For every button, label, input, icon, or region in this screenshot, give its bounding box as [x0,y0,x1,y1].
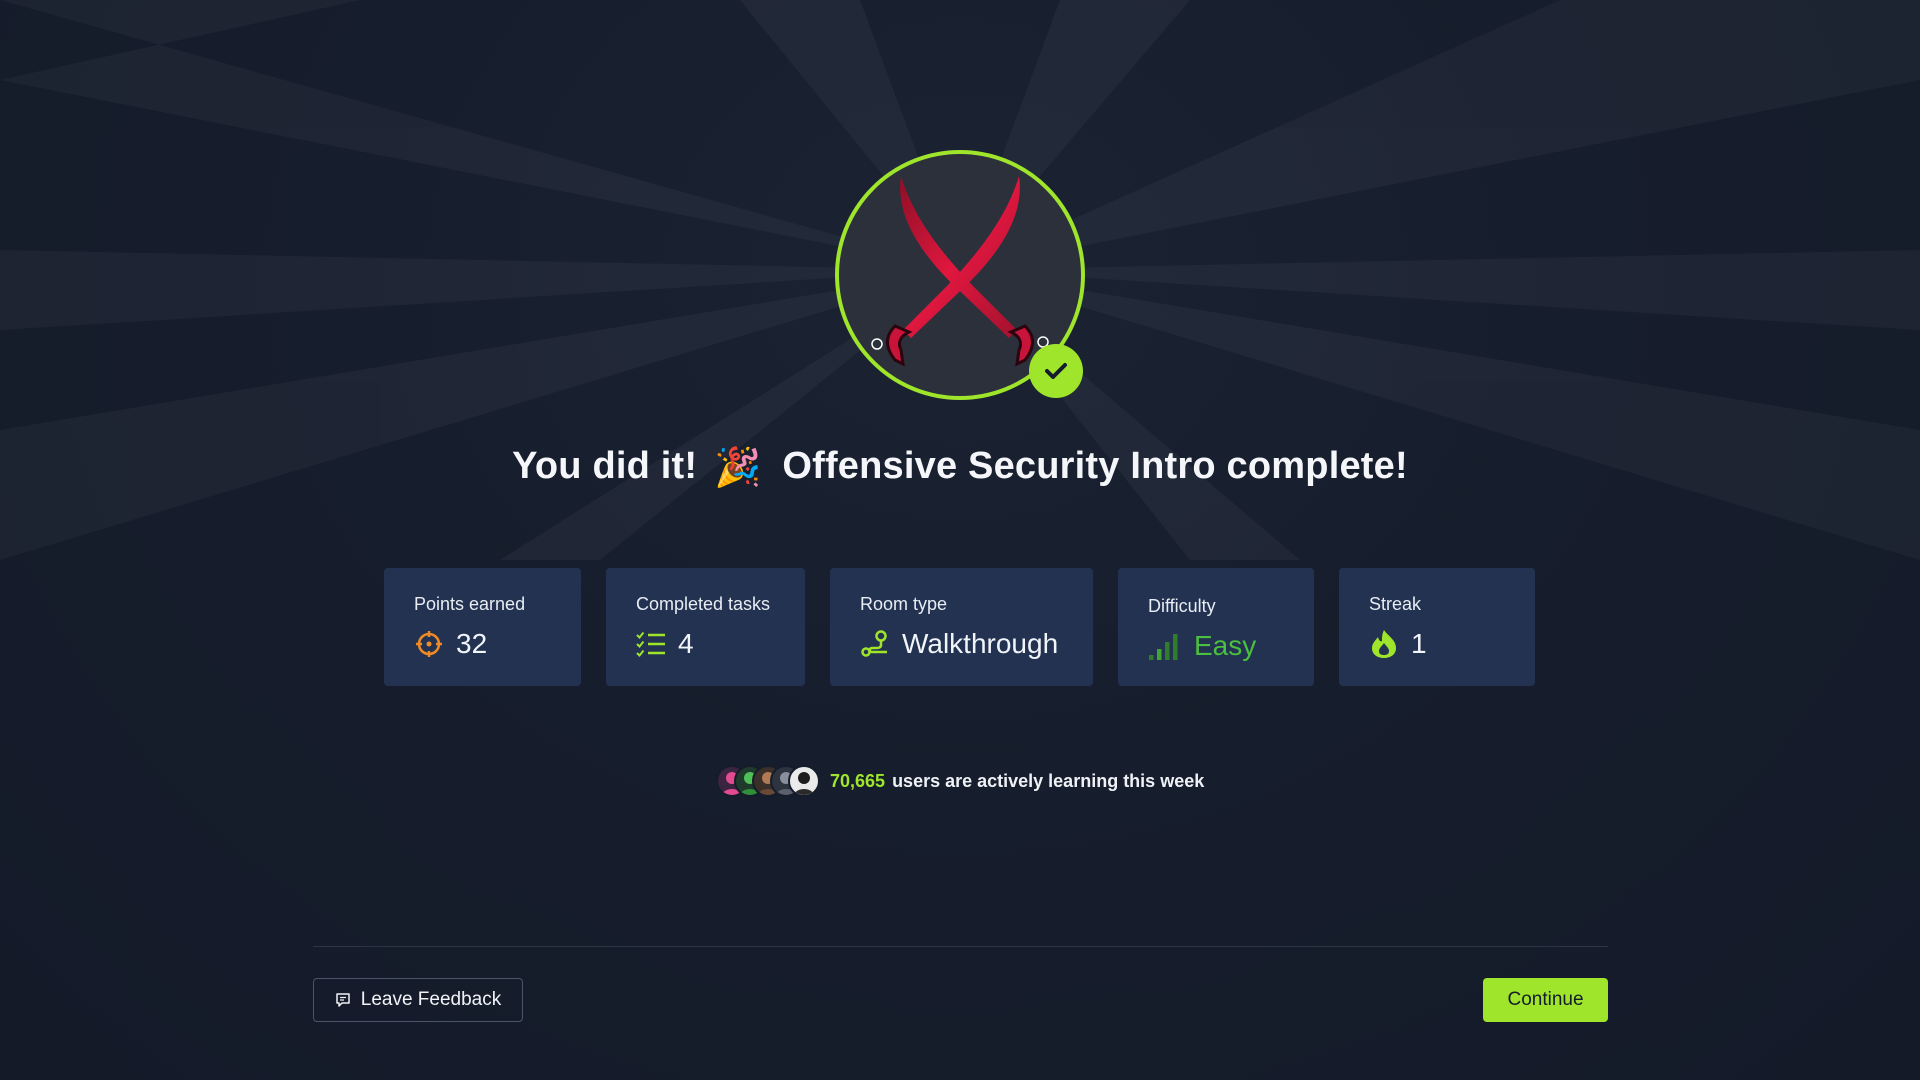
stat-card-tasks: Completed tasks 4 [606,568,805,686]
feedback-icon [335,992,351,1008]
checklist-icon [636,629,666,659]
stat-label: Completed tasks [636,594,771,614]
completion-screen: You did it! 🎉 Offensive Security Intro c… [0,0,1920,1080]
crosshair-icon [414,629,444,659]
continue-label: Continue [1507,989,1584,1010]
continue-button[interactable]: Continue [1483,978,1608,1022]
completed-check-icon [1029,344,1083,398]
stat-label: Difficulty [1148,596,1216,616]
stat-label: Streak [1369,594,1422,614]
stat-value: 1 [1411,628,1427,659]
stat-value: 4 [678,628,694,659]
stat-card-points: Points earned 32 [384,568,581,686]
flame-icon [1369,629,1399,659]
stat-card-room-type: Room type Walkthrough [830,568,1093,686]
stat-card-difficulty: Difficulty Easy [1118,568,1314,686]
active-learners: 70,665 users are actively learning this … [716,764,1204,798]
headline-prefix: You did it! [512,445,698,487]
signal-bars-icon [1148,631,1182,661]
stat-value: 32 [456,628,488,659]
route-icon [860,629,890,659]
stat-value: Walkthrough [902,628,1059,659]
headline-room-complete: Offensive Security Intro complete! [782,445,1408,487]
avatar [788,765,820,797]
party-popper-emoji: 🎉 [714,446,762,489]
active-learners-count: 70,665 [830,770,886,791]
stat-label: Room type [860,594,948,614]
leave-feedback-button[interactable]: Leave Feedback [313,978,523,1022]
room-badge [835,150,1085,400]
footer-divider [313,946,1608,947]
stat-value: Easy [1194,630,1257,661]
learner-avatars [716,765,820,797]
stat-label: Points earned [414,594,526,614]
leave-feedback-label: Leave Feedback [360,989,502,1010]
completion-headline: You did it! 🎉 Offensive Security Intro c… [0,445,1920,490]
stat-card-streak: Streak 1 [1339,568,1535,686]
active-learners-text: users are actively learning this week [892,770,1205,791]
